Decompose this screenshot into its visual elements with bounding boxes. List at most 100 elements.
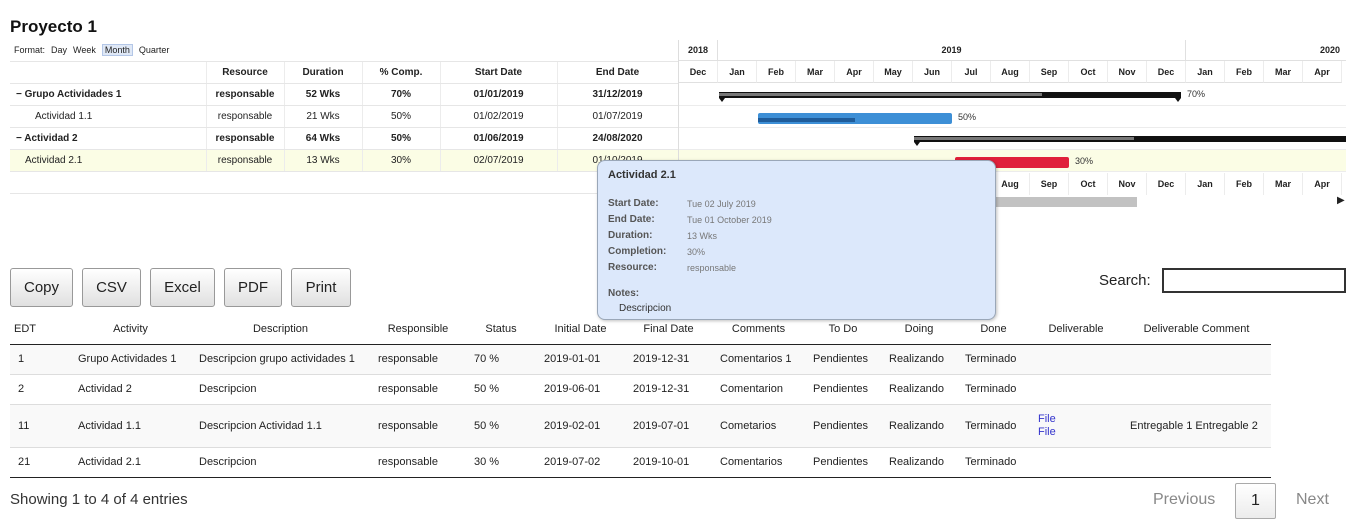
column-header[interactable]: Activity — [70, 314, 191, 345]
gantt-row[interactable]: − Actividad 2 responsable 64 Wks 50% 01/… — [10, 127, 679, 150]
cell-final: 2019-07-01 — [625, 403, 712, 447]
gantt-row[interactable]: − Grupo Actividades 1 responsable 52 Wks… — [10, 83, 679, 106]
year-label: 2019 — [718, 40, 1186, 61]
cell-status: 50 % — [466, 403, 536, 447]
cell-activity: Grupo Actividades 1 — [70, 343, 191, 374]
month-label: Sep — [1030, 173, 1069, 195]
cell-deliverable-comment — [1122, 343, 1271, 374]
cell-edt: 2 — [10, 373, 70, 404]
year-label: 2018 — [679, 40, 718, 61]
month-label: Apr — [835, 61, 874, 83]
summary-bar[interactable] — [914, 136, 1346, 142]
task-comp: 50% — [362, 127, 441, 150]
cell-done: Terminado — [957, 343, 1030, 374]
col-header-start: Start Date — [440, 61, 558, 84]
year-label: 2020 — [1186, 40, 1346, 61]
month-label: Dec — [1147, 173, 1186, 195]
csv-button[interactable]: CSV — [82, 268, 141, 307]
cell-edt: 11 — [10, 403, 70, 447]
month-label: Jul — [952, 61, 991, 83]
table-info: Showing 1 to 4 of 4 entries — [10, 491, 188, 508]
print-button[interactable]: Print — [291, 268, 351, 307]
next-button[interactable]: Next — [1296, 491, 1329, 509]
tooltip-end: Tue 01 October 2019 — [687, 215, 772, 225]
table-row[interactable]: 1 Grupo Actividades 1 Descripcion grupo ac… — [10, 343, 1271, 374]
page-1-button[interactable]: 1 — [1235, 483, 1276, 519]
cell-doing: Realizando — [881, 343, 957, 374]
cell-responsible: responsable — [370, 403, 466, 447]
gantt-row[interactable]: Actividad 1.1 responsable 21 Wks 50% 01/… — [10, 105, 679, 128]
cell-doing: Realizando — [881, 403, 957, 447]
format-day[interactable]: Day — [51, 45, 67, 55]
cell-description: Descripcion Actividad 1.1 — [191, 403, 370, 447]
gantt-row-selected[interactable]: Actividad 2.1 responsable 13 Wks 30% 02/… — [10, 149, 679, 172]
column-header[interactable]: EDT — [10, 314, 70, 345]
col-header-duration: Duration — [284, 61, 363, 84]
progress-fill — [758, 118, 855, 122]
column-header[interactable]: Description — [191, 314, 370, 345]
task-start: 01/01/2019 — [440, 83, 558, 106]
task-name[interactable]: Actividad 2.1 — [10, 149, 207, 172]
tooltip-duration-label: Duration: — [608, 230, 653, 241]
search-label: Search: — [1099, 272, 1151, 289]
task-comp: 50% — [362, 105, 441, 128]
cell-status: 30 % — [466, 446, 536, 478]
cell-description: Descripcion grupo actividades 1 — [191, 343, 370, 374]
task-resource: responsable — [206, 127, 285, 150]
format-week[interactable]: Week — [73, 45, 96, 55]
summary-bar[interactable] — [719, 92, 1181, 98]
cell-responsible: responsable — [370, 373, 466, 404]
column-header[interactable]: Deliverable — [1030, 314, 1122, 345]
cell-done: Terminado — [957, 446, 1030, 478]
month-label: Jan — [1186, 61, 1225, 83]
column-header[interactable]: Responsible — [370, 314, 466, 345]
month-label: Mar — [796, 61, 835, 83]
tooltip-completion-label: Completion: — [608, 246, 667, 257]
task-name[interactable]: Actividad 1.1 — [10, 105, 207, 128]
cell-status: 70 % — [466, 343, 536, 374]
table-row[interactable]: 21 Actividad 2.1 Descripcion responsable 30 … — [10, 446, 1271, 478]
month-label: Aug — [991, 173, 1030, 195]
cell-deliverable — [1030, 373, 1122, 404]
copy-button[interactable]: Copy — [10, 268, 73, 307]
col-header-resource: Resource — [206, 61, 285, 84]
cell-deliverable — [1030, 343, 1122, 374]
month-label: Dec — [1147, 61, 1186, 83]
task-name[interactable]: − Grupo Actividades 1 — [10, 83, 207, 106]
format-month[interactable]: Month — [101, 44, 133, 57]
task-bar[interactable] — [758, 113, 952, 124]
column-header[interactable]: Deliverable Comment — [1122, 314, 1271, 345]
tooltip-start: Tue 02 July 2019 — [687, 199, 756, 209]
col-header-name — [10, 61, 207, 84]
search-input[interactable] — [1162, 268, 1346, 293]
deliverable-file-link[interactable]: File — [1038, 426, 1114, 439]
task-resource: responsable — [206, 149, 285, 172]
summary-end-marker — [914, 142, 920, 146]
pdf-button[interactable]: PDF — [224, 268, 282, 307]
excel-button[interactable]: Excel — [150, 268, 215, 307]
table-row[interactable]: 11 Actividad 1.1 Descripcion Actividad 1.1… — [10, 403, 1271, 447]
month-label: Nov — [1108, 173, 1147, 195]
task-name[interactable]: − Actividad 2 — [10, 127, 207, 150]
cell-deliverable-comment: Entregable 1 Entregable 2 — [1122, 403, 1271, 447]
activities-table: EDT Activity Description Responsible Status I… — [10, 314, 1271, 478]
month-label: Mar — [1264, 61, 1303, 83]
cell-comments: Comentarios 1 — [712, 343, 805, 374]
task-start: 01/02/2019 — [440, 105, 558, 128]
tooltip-end-label: End Date: — [608, 214, 655, 225]
previous-button[interactable]: Previous — [1153, 491, 1215, 509]
task-comp: 30% — [362, 149, 441, 172]
cell-deliverable-comment — [1122, 446, 1271, 478]
cell-responsible: responsable — [370, 343, 466, 374]
cell-responsible: responsable — [370, 446, 466, 478]
format-quarter[interactable]: Quarter — [139, 45, 170, 55]
table-row[interactable]: 2 Actividad 2 Descripcion responsable 50 % 20… — [10, 373, 1271, 404]
column-header[interactable]: Status — [466, 314, 536, 345]
cell-activity: Actividad 1.1 — [70, 403, 191, 447]
deliverable-file-link[interactable]: File — [1038, 413, 1114, 426]
page-title: Proyecto 1 — [10, 17, 97, 36]
cell-initial: 2019-01-01 — [536, 343, 625, 374]
cell-todo: Pendientes — [805, 373, 881, 404]
cell-doing: Realizando — [881, 373, 957, 404]
scroll-right-icon[interactable]: ▶ — [1337, 195, 1345, 206]
